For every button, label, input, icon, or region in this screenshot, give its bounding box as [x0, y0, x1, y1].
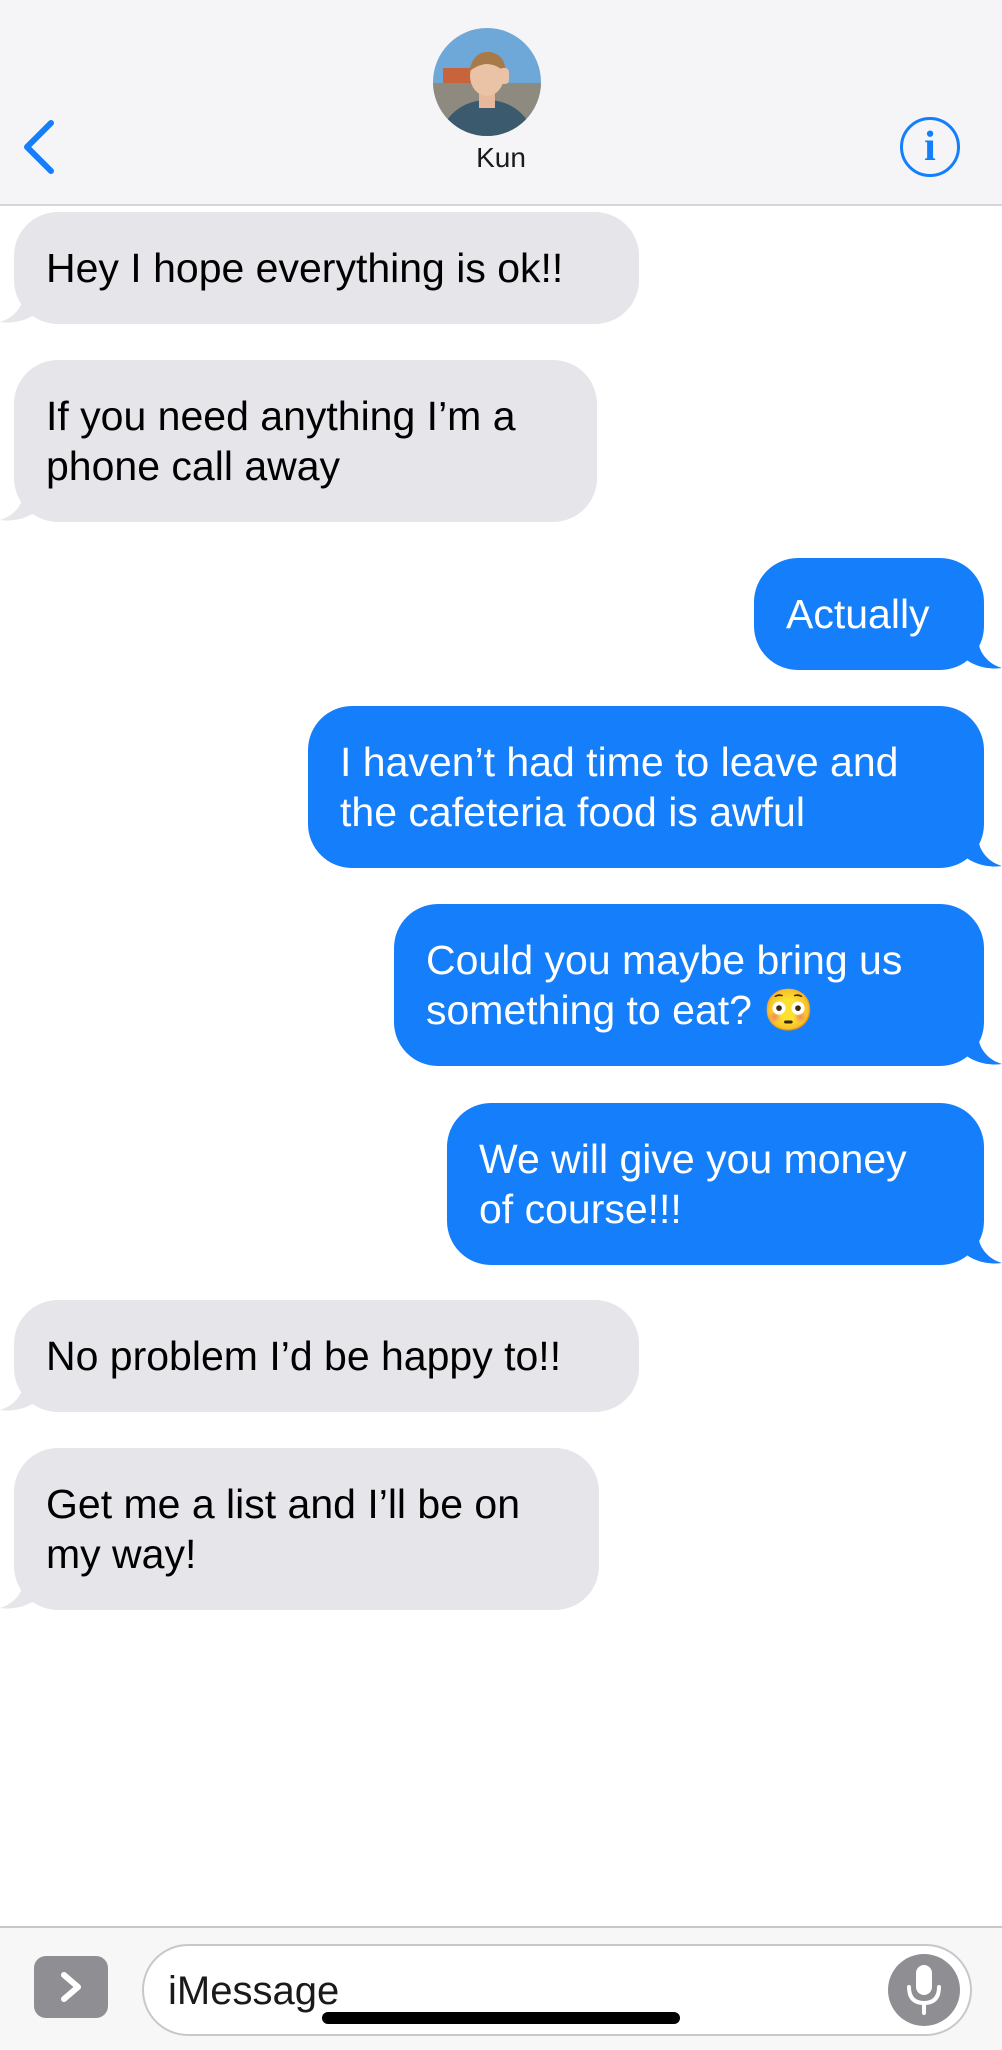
info-button[interactable]: i	[900, 117, 960, 177]
info-icon: i	[924, 124, 936, 170]
message-bubble-received[interactable]: Hey I hope everything is ok!!	[14, 212, 639, 324]
chevron-right-icon	[61, 1972, 81, 2002]
message-text: I haven’t had time to leave and the cafe…	[340, 739, 899, 835]
bubble-tail	[0, 490, 40, 521]
message-bubble-sent[interactable]: Could you maybe bring us something to ea…	[394, 904, 984, 1066]
message-bubble-sent[interactable]: We will give you money of course!!!	[447, 1103, 984, 1265]
bubble-tail	[0, 292, 40, 323]
bubble-tail	[0, 1578, 40, 1609]
message-bubble-sent[interactable]: I haven’t had time to leave and the cafe…	[308, 706, 984, 868]
bubble-tail	[962, 1233, 1002, 1264]
message-text: No problem I’d be happy to!!	[46, 1333, 562, 1379]
conversation-header: Kun i	[0, 0, 1002, 206]
bubble-tail	[0, 1380, 40, 1411]
message-bubble-received[interactable]: Get me a list and I’ll be on my way!	[14, 1448, 599, 1610]
bubble-tail	[962, 638, 1002, 669]
message-text: Could you maybe bring us something to ea…	[426, 937, 903, 1033]
bubble-tail	[962, 836, 1002, 867]
message-composer	[0, 1926, 1002, 2050]
app-drawer-button[interactable]	[34, 1956, 108, 2018]
message-bubble-sent[interactable]: Actually	[754, 558, 984, 670]
message-input[interactable]	[166, 1964, 850, 2018]
home-indicator[interactable]	[322, 2012, 680, 2024]
message-text: We will give you money of course!!!	[479, 1136, 907, 1232]
message-bubble-received[interactable]: No problem I’d be happy to!!	[14, 1300, 639, 1412]
microphone-icon	[907, 1965, 941, 2015]
message-text: Hey I hope everything is ok!!	[46, 245, 564, 291]
message-text: Get me a list and I’ll be on my way!	[46, 1481, 521, 1577]
dictation-button[interactable]	[888, 1954, 960, 2026]
message-text: Actually	[786, 591, 930, 637]
contact-avatar[interactable]	[433, 28, 541, 136]
contact-name[interactable]: Kun	[0, 142, 1002, 174]
bubble-tail	[962, 1034, 1002, 1065]
message-bubble-received[interactable]: If you need anything I’m a phone call aw…	[14, 360, 597, 522]
message-text: If you need anything I’m a phone call aw…	[46, 393, 516, 489]
